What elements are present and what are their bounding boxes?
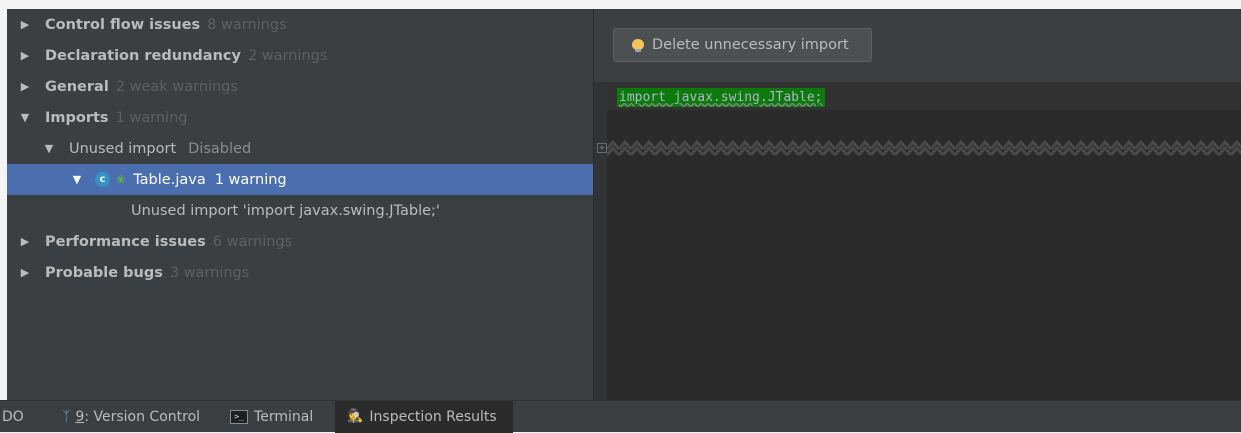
expand-arrow-icon[interactable]: ▶ — [19, 49, 31, 62]
tree-row-count: 2 warnings — [247, 47, 328, 64]
tree-row-label: Performance issues — [45, 233, 206, 250]
tree-row-label: Control flow issues — [45, 16, 201, 33]
tree-row-general[interactable]: ▶ General 2 weak warnings — [7, 71, 605, 102]
tree-row-label: Unused import 'import javax.swing.JTable… — [131, 202, 440, 219]
tab-label: Terminal — [254, 408, 314, 425]
code-line[interactable]: import javax.swing.JTable; — [617, 88, 825, 107]
delete-import-button[interactable]: Delete unnecessary import — [613, 28, 872, 62]
terminal-icon: >_ — [230, 409, 249, 424]
fold-icon[interactable]: + — [597, 143, 607, 153]
branch-icon: ᛉ — [62, 408, 71, 425]
tree-row-count: 1 warning — [115, 109, 188, 126]
tab-inspection-results[interactable]: 🕵 Inspection Results — [335, 400, 513, 433]
tab-label: DO — [2, 408, 24, 425]
tree-row-label: Imports — [45, 109, 109, 126]
expand-arrow-icon[interactable]: ▶ — [19, 266, 31, 279]
delete-import-label: Delete unnecessary import — [652, 37, 849, 53]
class-icon: c — [95, 172, 110, 187]
tree-row-count: 2 weak warnings — [115, 78, 238, 95]
tree-row-count: 8 warnings — [207, 16, 287, 33]
tree-row-label: Unused import — [69, 140, 177, 157]
tree-row-probable-bugs[interactable]: ▶ Probable bugs 3 warnings — [7, 257, 605, 288]
editor-gutter — [594, 82, 607, 400]
tab-label: Inspection Results — [369, 408, 497, 425]
tree-row-count: 3 warnings — [169, 264, 250, 281]
tree-row-unused-import[interactable]: ▼ Unused import Disabled — [7, 133, 629, 164]
tree-row-label: Table.java — [133, 171, 206, 188]
inspector-icon: 🕵 — [347, 409, 364, 424]
tree-row-label: General — [45, 78, 109, 95]
tree-row-status: Disabled — [188, 140, 252, 157]
tree-row-declaration-redundancy[interactable]: ▶ Declaration redundancy 2 warnings — [7, 40, 605, 71]
tab-terminal[interactable]: >_ Terminal — [230, 401, 335, 433]
tree-row-imports[interactable]: ▼ Imports 1 warning — [7, 102, 605, 133]
expand-arrow-icon[interactable]: ▶ — [19, 80, 31, 93]
torn-edge — [607, 137, 1241, 161]
tree-row-table-java[interactable]: ▼ c ❀ Table.java 1 warning — [7, 164, 657, 195]
tab-todo[interactable]: DO — [0, 401, 40, 433]
tree-row-control-flow[interactable]: ▶ Control flow issues 8 warnings — [7, 9, 605, 40]
tree-row-count: 6 warnings — [212, 233, 293, 250]
tab-version-control[interactable]: ᛉ 9 : Version Control — [40, 401, 230, 433]
collapse-arrow-icon[interactable]: ▼ — [43, 142, 55, 155]
ide-window: ▶ Control flow issues 8 warnings ▶ Decla… — [7, 9, 1241, 400]
leaf-icon: ❀ — [116, 173, 126, 186]
inspection-tree: ▶ Control flow issues 8 warnings ▶ Decla… — [7, 9, 657, 400]
expand-arrow-icon[interactable]: ▶ — [19, 235, 31, 248]
tab-label: : Version Control — [84, 408, 201, 425]
problem-preview: Delete unnecessary import import javax.s… — [594, 9, 1241, 400]
tree-row-performance[interactable]: ▶ Performance issues 6 warnings — [7, 226, 605, 257]
tree-row-label: Probable bugs — [45, 264, 163, 281]
tab-mnemonic: 9 — [75, 408, 85, 425]
code-editor[interactable]: import javax.swing.JTable; + — [594, 82, 1241, 400]
collapse-arrow-icon[interactable]: ▼ — [71, 173, 83, 186]
tool-window-bar: DO ᛉ 9 : Version Control >_ Terminal 🕵 I… — [0, 400, 1241, 433]
tree-row-label: Declaration redundancy — [45, 47, 241, 64]
tree-row-count: 1 warning — [214, 171, 287, 188]
expand-arrow-icon[interactable]: ▶ — [19, 18, 31, 31]
lightbulb-icon — [632, 38, 644, 52]
collapse-arrow-icon[interactable]: ▼ — [19, 111, 31, 124]
